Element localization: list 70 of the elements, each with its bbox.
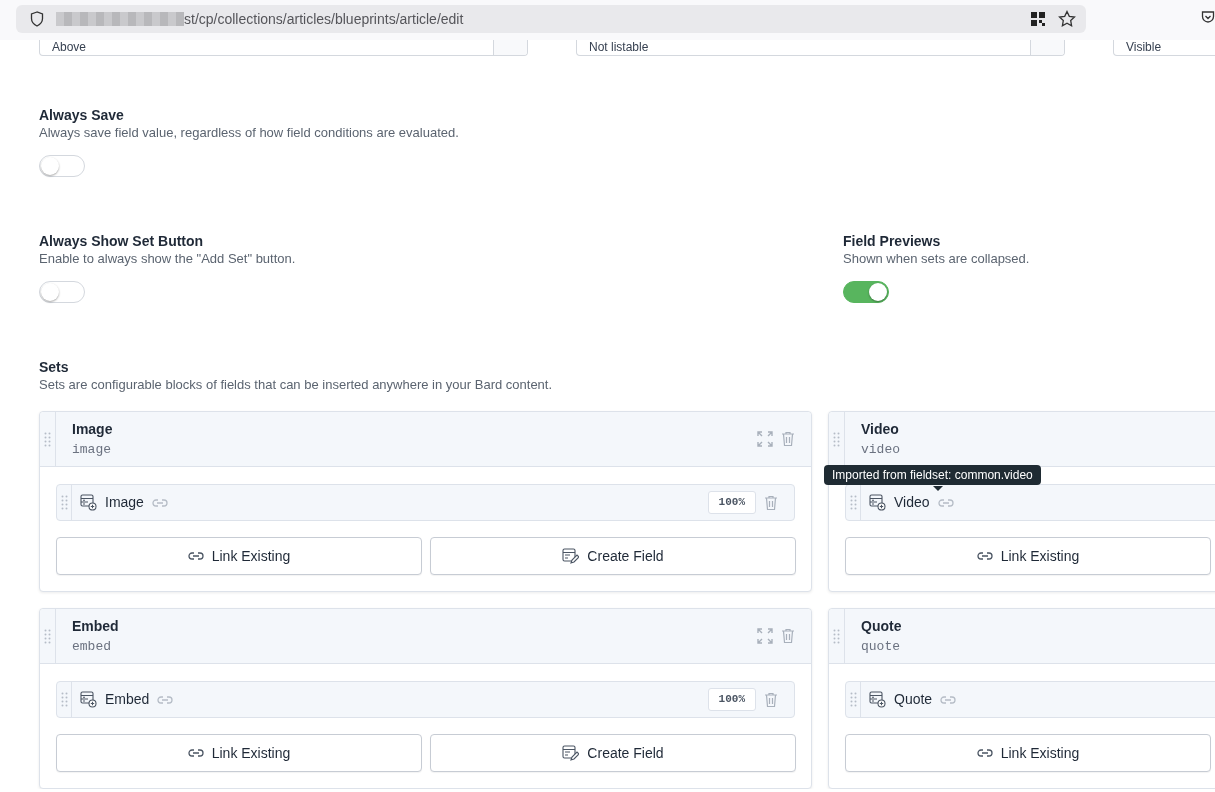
field-add-icon	[80, 494, 97, 511]
trash-icon[interactable]	[764, 691, 778, 708]
tooltip: Imported from fieldset: common.video	[824, 465, 1041, 485]
expand-icon[interactable]	[757, 431, 773, 447]
tooltip-arrow	[933, 486, 943, 491]
help-text: Sets are configurable blocks of fields that can be inserted anywhere in your Bard content.	[39, 376, 554, 394]
drag-handle-icon[interactable]	[849, 692, 857, 707]
set-title: Video	[861, 419, 900, 439]
width-field[interactable]: 100%	[707, 491, 756, 514]
field-add-icon	[869, 494, 886, 511]
create-field-button[interactable]: Create Field	[430, 537, 796, 575]
drag-handle-icon[interactable]	[833, 431, 840, 447]
link-icon	[187, 551, 204, 561]
shield-icon[interactable]	[30, 11, 44, 27]
drag-handle-icon[interactable]	[44, 431, 51, 447]
set-title: Embed	[72, 616, 120, 636]
field-name: Embed	[105, 690, 150, 709]
field-label: Always Show Set Button	[39, 232, 205, 250]
drag-handle-icon[interactable]	[44, 628, 51, 644]
drag-handle-icon[interactable]	[849, 495, 857, 510]
link-icon	[976, 748, 993, 758]
help-text: Always save field value, regardless of how field conditions are evaluated.	[39, 124, 460, 142]
select-field[interactable]: Visible	[1113, 40, 1215, 56]
set-handle: video	[861, 440, 901, 459]
link-existing-button[interactable]: Link Existing	[56, 734, 422, 772]
toggle-switch[interactable]	[39, 155, 85, 177]
expand-icon[interactable]	[757, 628, 773, 644]
field-label: Sets	[39, 358, 70, 376]
link-existing-button[interactable]: Link Existing	[845, 734, 1211, 772]
select-field[interactable]: Not listable	[576, 40, 1065, 56]
field-add-icon	[80, 691, 97, 708]
toggle-switch[interactable]	[39, 281, 85, 303]
trash-icon[interactable]	[781, 431, 795, 447]
link-icon	[187, 748, 204, 758]
link-icon	[151, 497, 168, 508]
pocket-icon[interactable]	[1201, 10, 1215, 24]
field-label: Field Previews	[843, 232, 942, 250]
drag-handle-icon[interactable]	[60, 495, 68, 510]
link-icon	[937, 497, 954, 508]
link-icon	[976, 551, 993, 561]
drag-handle-icon[interactable]	[833, 628, 840, 644]
qr-code-icon[interactable]	[1030, 11, 1046, 27]
field-name: Image	[105, 493, 144, 512]
field-add-icon	[869, 691, 886, 708]
star-icon[interactable]	[1058, 10, 1076, 28]
trash-icon[interactable]	[764, 494, 778, 511]
link-icon	[940, 694, 957, 705]
help-text: Enable to always show the "Add Set" button.	[39, 250, 297, 268]
field-name: Video	[894, 493, 930, 512]
url-text: st/cp/collections/articles/blueprints/article/edit	[184, 9, 464, 29]
set-handle: embed	[72, 637, 112, 656]
link-icon	[157, 694, 174, 705]
set-title: Image	[72, 419, 114, 439]
create-field-button[interactable]: Create Field	[430, 734, 796, 772]
set-handle: quote	[861, 637, 901, 656]
toggle-switch[interactable]	[843, 281, 889, 303]
trash-icon[interactable]	[781, 628, 795, 644]
field-label: Always Save	[39, 106, 125, 124]
width-field[interactable]: 100%	[707, 688, 756, 711]
help-text: Shown when sets are collapsed.	[843, 250, 1031, 268]
link-existing-button[interactable]: Link Existing	[845, 537, 1211, 575]
set-handle: image	[72, 440, 112, 459]
address-bar[interactable]: st/cp/collections/articles/blueprints/article/edit	[16, 5, 1086, 33]
field-edit-icon	[562, 547, 580, 565]
drag-handle-icon[interactable]	[60, 692, 68, 707]
set-title: Quote	[861, 616, 903, 636]
field-name: Quote	[894, 690, 933, 709]
field-edit-icon	[562, 744, 580, 762]
select-field[interactable]: Above	[39, 40, 528, 56]
link-existing-button[interactable]: Link Existing	[56, 537, 422, 575]
